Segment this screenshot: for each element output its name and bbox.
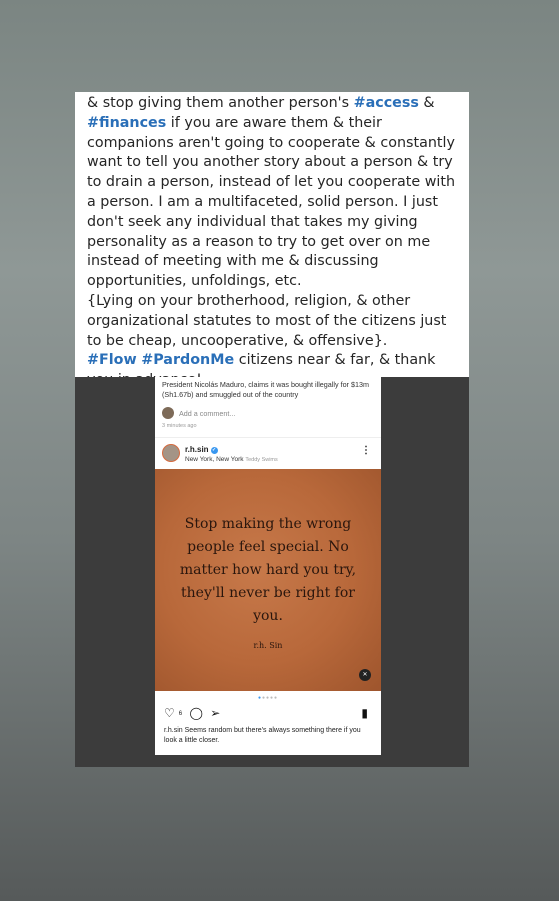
- post-location[interactable]: New York, New York Teddy Swims: [185, 456, 278, 463]
- location-extra: Teddy Swims: [245, 457, 278, 463]
- carousel-dot-active: ●: [257, 695, 262, 701]
- hashtag-finances[interactable]: #finances: [87, 115, 166, 131]
- text-segment: &: [418, 95, 435, 111]
- post-username[interactable]: r.h.sin ✓: [185, 445, 218, 454]
- heart-icon[interactable]: ♡: [164, 706, 175, 720]
- post-header: r.h.sin ✓ New York, New York Teddy Swims …: [155, 437, 381, 470]
- avatar[interactable]: [162, 444, 180, 462]
- username-text: r.h.sin: [185, 445, 209, 454]
- quote-author: r.h. Sin: [253, 641, 283, 650]
- story-paragraph-1: & stop giving them another person's #acc…: [87, 94, 459, 292]
- news-snippet: President Nicolás Maduro, claims it was …: [162, 380, 369, 399]
- location-text: New York, New York: [185, 456, 244, 463]
- post-actions: ♡ 6 ◯ ➢ ▮: [164, 706, 372, 722]
- bookmark-icon[interactable]: ▮: [361, 706, 368, 720]
- hashtag-flow[interactable]: #Flow: [87, 352, 137, 368]
- quote-text: Stop making the wrong people feel specia…: [179, 516, 357, 624]
- story-paragraph-2: {Lying on your brotherhood, religion, & …: [87, 292, 447, 349]
- verified-badge-icon: ✓: [210, 447, 218, 454]
- text-segment: if you are aware them & their companions…: [87, 114, 456, 290]
- hashtag-access[interactable]: #access: [354, 95, 419, 111]
- time-ago: 3 minutes ago: [162, 423, 197, 429]
- caption-text: Seems random but there's always somethin…: [164, 727, 361, 744]
- text-segment: & stop giving them another person's: [87, 95, 354, 111]
- post-caption: r.h.sin Seems random but there's always …: [164, 726, 374, 746]
- caption-username[interactable]: r.h.sin: [164, 727, 183, 734]
- commenter-avatar: [162, 407, 174, 419]
- quote-image: Stop making the wrong people feel specia…: [155, 469, 381, 691]
- carousel-dots: ●●●●●: [257, 695, 279, 701]
- story-text-card: & stop giving them another person's #acc…: [75, 92, 469, 388]
- comment-icon[interactable]: ◯: [189, 706, 202, 720]
- share-icon[interactable]: ➢: [210, 706, 220, 720]
- more-options-icon[interactable]: ⋮: [361, 445, 371, 456]
- comment-placeholder[interactable]: Add a comment...: [179, 409, 235, 418]
- add-comment-row[interactable]: Add a comment...: [162, 405, 235, 421]
- screenshot-photo: President Nicolás Maduro, claims it was …: [75, 377, 469, 767]
- phone-screen: President Nicolás Maduro, claims it was …: [155, 377, 381, 755]
- hashtag-pardonme[interactable]: #PardonMe: [141, 352, 234, 368]
- mute-icon[interactable]: ✕: [359, 669, 371, 681]
- like-count: 6: [178, 711, 183, 717]
